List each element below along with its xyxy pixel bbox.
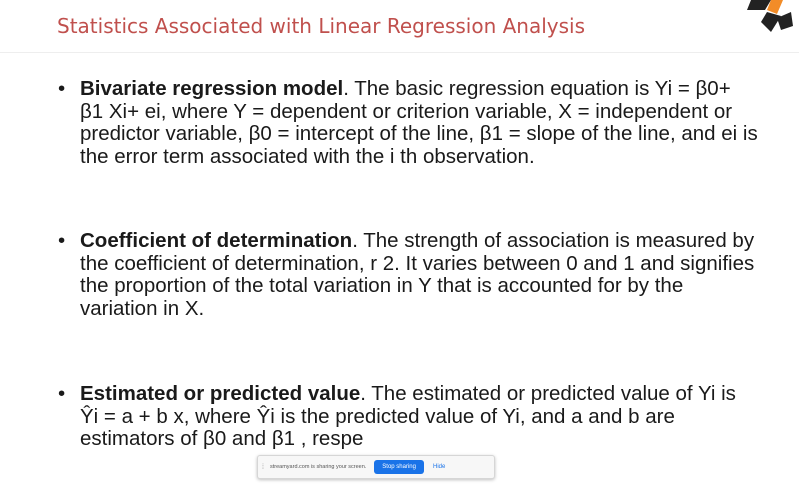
bullet-dot: • [58,77,66,100]
screen-share-banner: ⁞ streamyard.com is sharing your screen.… [257,455,495,479]
title-divider [0,52,799,53]
brand-logo-icon [747,0,793,32]
drag-handle-icon[interactable]: ⁞ [258,464,268,471]
bullet-estimated-value: • Estimated or predicted value. The esti… [58,382,758,451]
share-message: streamyard.com is sharing your screen. [270,464,367,470]
bullet-bivariate-regression: • Bivariate regression model. The basic … [58,77,758,168]
slide: Statistics Associated with Linear Regres… [0,0,799,504]
slide-title: Statistics Associated with Linear Regres… [57,14,586,38]
bullet-heading: Coefficient of determination [80,229,353,252]
bullet-coefficient-of-determination: • Coefficient of determination. The stre… [58,229,758,320]
hide-button[interactable]: Hide [433,464,445,470]
bullet-heading: Bivariate regression model [80,77,344,100]
bullet-dot: • [58,229,66,252]
bullet-heading: Estimated or predicted value [80,382,361,405]
bullet-dot: • [58,382,66,405]
stop-sharing-button[interactable]: Stop sharing [374,460,424,474]
